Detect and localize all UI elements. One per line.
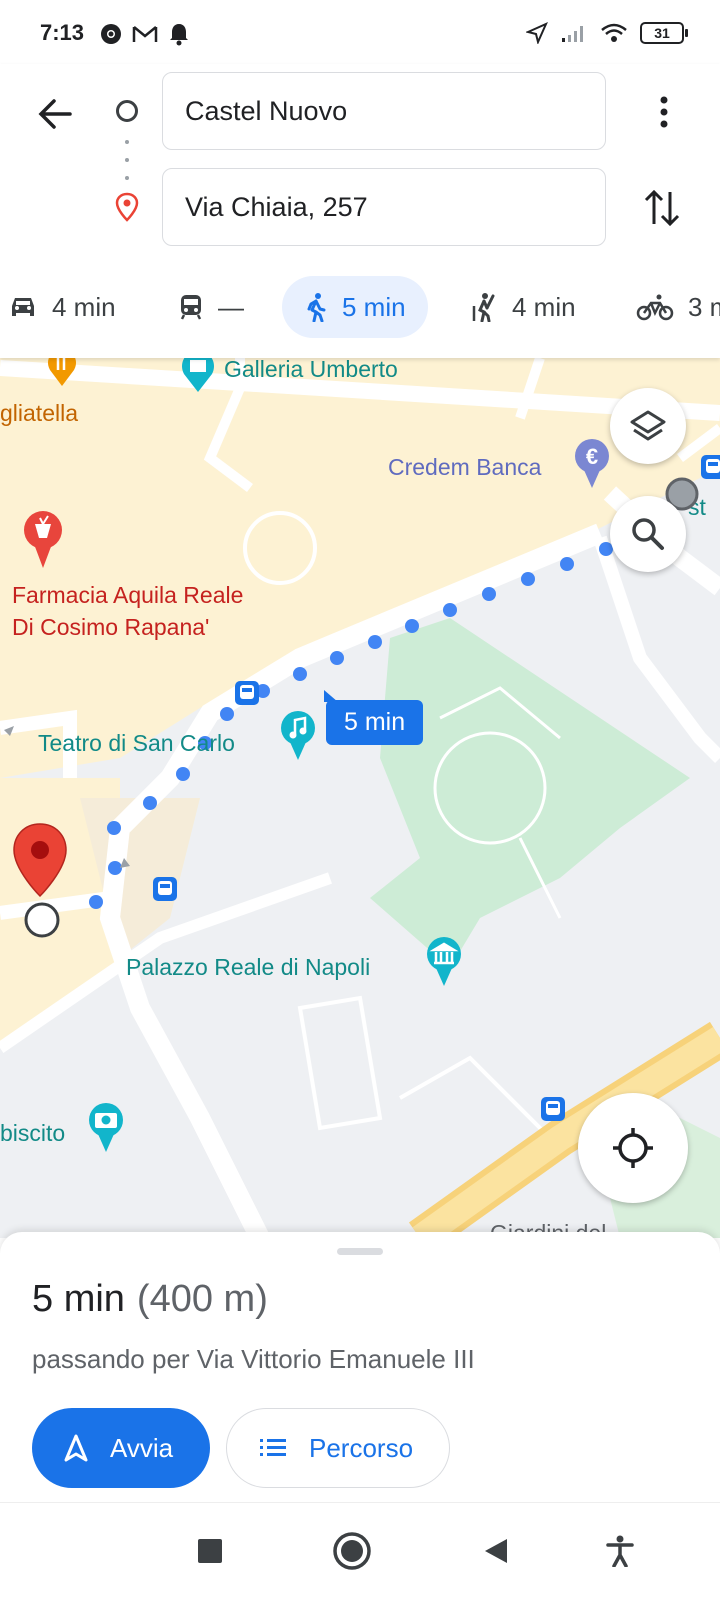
destination-marker-icon[interactable] [12,822,68,944]
shopping-poi-icon[interactable] [178,358,218,394]
start-button-label: Avvia [110,1432,174,1463]
wifi-icon [601,23,627,42]
label-farmacia-line1[interactable]: Farmacia Aquila Reale [12,582,243,609]
label-teatro-san-carlo[interactable]: Teatro di San Carlo [38,730,235,757]
bus-stop-icon[interactable] [152,876,178,902]
status-time: 7:13 [40,20,85,45]
label-farmacia-line2[interactable]: Di Cosimo Rapana' [12,614,209,641]
bike-icon [636,294,674,321]
label-sfogliatella[interactable]: gliatella [0,400,78,427]
tab-car-label: 4 min [52,291,116,322]
search-along-route-button[interactable] [610,496,686,572]
signal-icon [562,26,583,42]
gmail-icon [132,26,158,42]
accessibility-icon [606,1535,634,1567]
route-distance: (400 m) [136,1278,268,1320]
label-plebiscito[interactable]: biscito [0,1120,65,1147]
label-palazzo-reale[interactable]: Palazzo Reale di Napoli [126,954,370,981]
list-icon [260,1439,286,1456]
route-duration: 5 min [32,1278,125,1320]
square-icon [198,1539,222,1563]
walk-icon [307,293,326,322]
tab-car[interactable]: 4 min [8,276,116,338]
bell-icon [170,24,188,46]
food-poi-icon[interactable] [44,358,80,388]
accessibility-button[interactable] [598,1529,642,1573]
tab-ride-label: 4 min [512,291,576,322]
location-arrow-icon [526,22,548,44]
bus-stop-icon[interactable] [234,680,260,706]
system-nav-bar [0,1502,720,1600]
route-via-text: passando per Via Vittorio Emanuele III [32,1344,475,1374]
svg-text:€: € [586,444,598,469]
tab-bike[interactable]: 3 m [636,276,720,338]
travel-mode-tabs: 4 min — 5 min 4 min 3 m [0,270,720,344]
bus-stop-icon[interactable] [540,1096,566,1122]
route-steps-button[interactable]: Percorso [226,1408,450,1488]
battery-icon: 31 [640,22,688,44]
pharmacy-poi-icon[interactable] [22,510,64,570]
bank-poi-icon[interactable]: € [572,438,612,494]
destination-pin-icon [115,192,139,222]
tab-bike-label: 3 m [688,291,720,322]
drag-handle[interactable] [337,1248,383,1255]
museum-poi-icon[interactable] [424,936,464,992]
notification-icons [100,22,190,46]
route-connector [125,140,129,180]
layers-button[interactable] [610,388,686,464]
destination-field[interactable]: Via Chiaia, 257 [162,168,606,246]
recents-button[interactable] [188,1529,232,1573]
triangle-back-icon [485,1539,507,1563]
system-icons: 31 [526,22,688,44]
navigation-arrow-icon [64,1434,88,1462]
car-icon [12,298,34,316]
origin-field[interactable]: Castel Nuovo [162,72,606,150]
start-button[interactable]: Avvia [32,1408,210,1488]
crosshair-icon [613,1128,653,1168]
tab-ride[interactable]: 4 min [470,276,576,338]
home-button[interactable] [330,1529,374,1573]
back-button[interactable] [474,1529,518,1573]
label-galleria-umberto[interactable]: Galleria Umberto [224,358,398,383]
tab-walk[interactable]: 5 min [282,276,428,338]
swap-icon[interactable] [642,184,682,232]
my-location-button[interactable] [578,1093,688,1203]
directions-header: Castel Nuovo Via Chiaia, 257 4 min — 5 m… [0,64,720,358]
photo-poi-icon[interactable] [86,1102,126,1158]
search-icon [632,518,664,550]
chrome-icon [101,24,121,44]
back-arrow-icon[interactable] [34,92,78,136]
route-summary: 5 min (400 m) [32,1278,268,1321]
route-time-chip[interactable]: 5 min [323,690,424,745]
tab-transit[interactable]: — [178,276,244,338]
tab-transit-label: — [218,291,244,322]
origin-circle-icon [116,100,138,122]
route-summary-sheet[interactable]: 5 min (400 m) passando per Via Vittorio E… [0,1232,720,1502]
status-bar: 7:13 31 [0,0,720,64]
layers-icon [630,410,666,441]
music-poi-icon[interactable] [278,710,318,766]
home-circle-icon [333,1532,371,1570]
map-view[interactable]: Galleria Umberto gliatella Credem Banca … [0,358,720,1238]
train-icon [180,295,202,320]
tab-walk-label: 5 min [342,291,406,322]
bus-stop-icon[interactable] [700,454,720,480]
label-credem-banca[interactable]: Credem Banca [388,454,541,481]
route-steps-label: Percorso [309,1432,414,1463]
ride-hailing-icon [472,293,495,322]
more-options-icon[interactable] [648,90,680,134]
